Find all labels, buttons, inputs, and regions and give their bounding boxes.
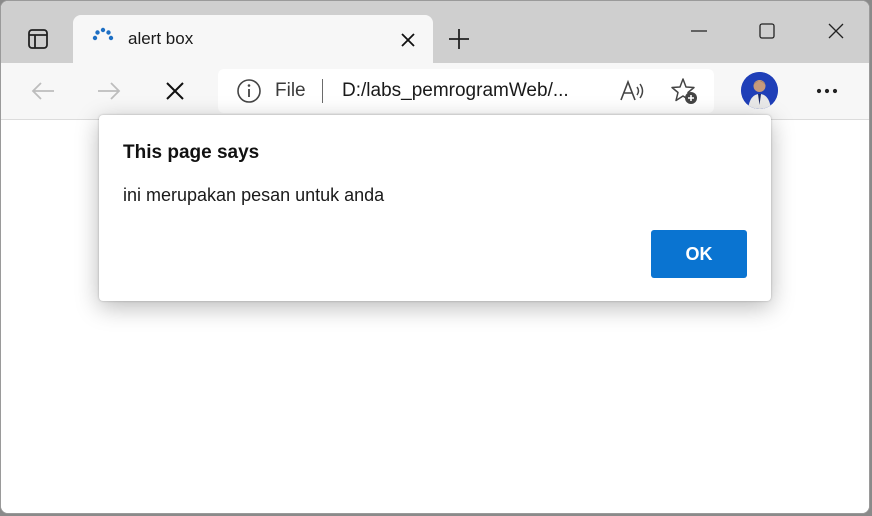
maximize-icon [759, 23, 775, 39]
tab-active[interactable]: alert box [73, 15, 433, 63]
dialog-title: This page says [123, 142, 260, 163]
dialog-message: ini merupakan pesan untuk anda [123, 185, 385, 205]
title-bar: alert box [1, 1, 869, 63]
close-icon [828, 23, 844, 39]
plus-icon [449, 29, 469, 49]
stop-loading-button[interactable] [157, 73, 193, 109]
alert-dialog: This page says ini merupakan pesan untuk… [99, 115, 771, 301]
more-dots-icon [816, 88, 838, 94]
scheme-label: File [275, 80, 306, 101]
url-text[interactable]: D:/labs_pemrogramWeb/... [342, 80, 569, 102]
loading-spinner-icon [92, 27, 114, 41]
minimize-button[interactable] [676, 13, 722, 49]
close-icon [401, 33, 415, 47]
window-close-button[interactable] [813, 13, 859, 49]
read-aloud-icon [620, 79, 644, 101]
info-icon[interactable] [236, 78, 262, 104]
address-bar[interactable]: File D:/labs_pemrogramWeb/... [218, 69, 714, 113]
close-icon [166, 82, 184, 100]
profile-picture [741, 72, 778, 109]
tab-close-button[interactable] [395, 27, 421, 53]
star-add-icon [671, 78, 697, 104]
tab-title: alert box [128, 29, 194, 48]
arrow-right-icon [98, 82, 121, 100]
read-aloud-button[interactable] [618, 77, 646, 105]
arrow-left-icon [31, 82, 54, 100]
back-button[interactable] [25, 73, 61, 109]
new-tab-button[interactable] [441, 21, 477, 57]
forward-button[interactable] [91, 73, 127, 109]
profile-avatar[interactable] [741, 72, 778, 109]
add-favorite-button[interactable] [670, 77, 698, 105]
maximize-button[interactable] [744, 13, 790, 49]
tab-actions-icon [28, 29, 48, 49]
navigation-toolbar: File D:/labs_pemrogramWeb/... [1, 63, 869, 120]
minimize-icon [691, 30, 707, 32]
ok-button[interactable]: OK [651, 230, 747, 278]
settings-more-button[interactable] [809, 73, 845, 109]
address-divider [322, 79, 323, 103]
tab-actions-button[interactable] [19, 21, 57, 57]
